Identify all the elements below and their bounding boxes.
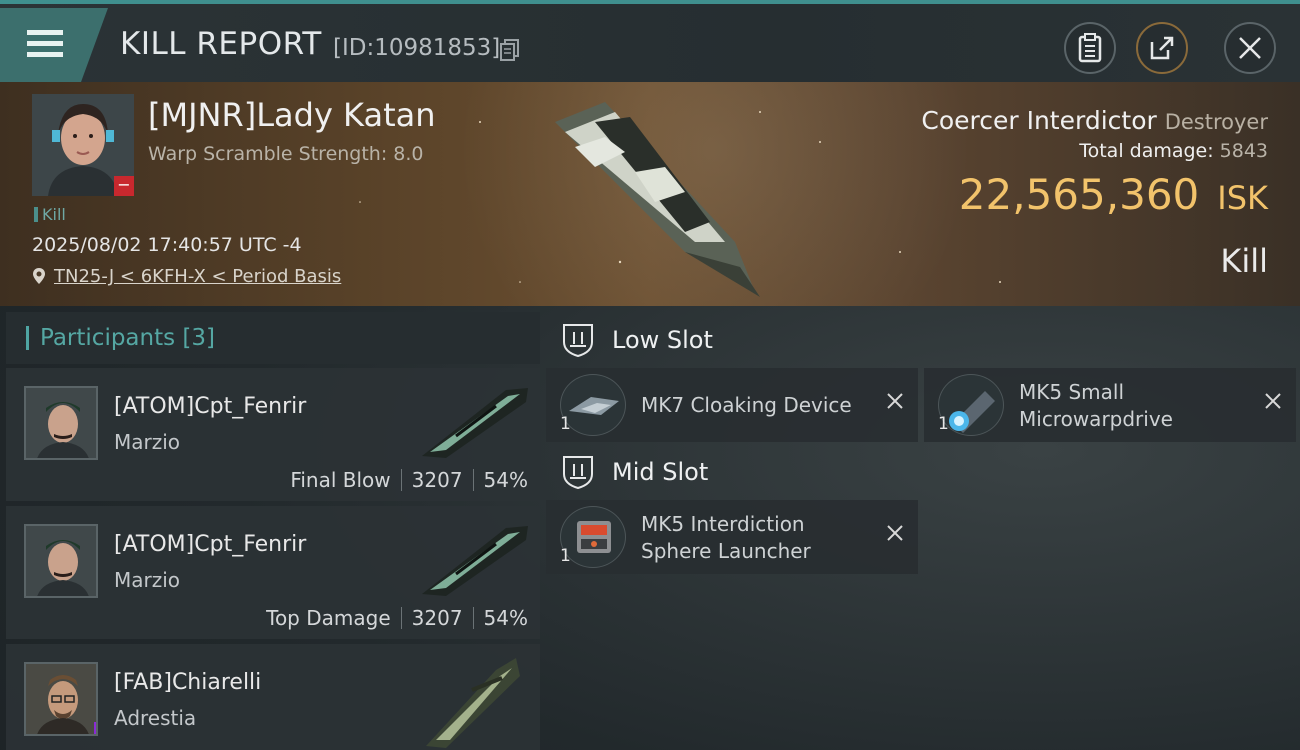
module-item[interactable]: 1 MK5 Interdiction Sphere Launcher (546, 500, 918, 574)
participant-ship-image (426, 658, 520, 748)
menu-button[interactable] (0, 8, 108, 82)
copy-icon[interactable] (500, 39, 520, 61)
participant-ship: Marzio (114, 430, 181, 454)
module-name-line2: Microwarpdrive (1019, 407, 1173, 431)
participant-name[interactable]: [ATOM]Cpt_Fenrir (114, 394, 306, 419)
participant-ship-image (422, 388, 528, 458)
page-title: KILL REPORT (120, 26, 322, 62)
participant-avatar[interactable] (24, 662, 98, 736)
kill-location: TN25-J < 6KFH-X < Period Basis (32, 266, 341, 287)
result-label: Kill (1220, 242, 1268, 280)
participant-avatar[interactable] (24, 524, 98, 598)
participant-card[interactable]: [ATOM]Cpt_Fenrir Marzio Top Damage 3207 54… (6, 506, 540, 639)
close-button[interactable] (1224, 22, 1276, 74)
module-name-line1: MK5 Interdiction (641, 512, 805, 536)
participant-damage: 3207 (411, 468, 463, 492)
isk-value: 22,565,360 ISK (959, 170, 1268, 219)
participant-portrait (26, 388, 96, 458)
clipboard-icon (1078, 33, 1102, 63)
report-id: [ID:10981853] (333, 35, 501, 61)
victim-name[interactable]: [MJNR]Lady Katan (148, 96, 436, 134)
module-item[interactable]: 1 MK5 Small Microwarpdrive (924, 368, 1296, 442)
module-name-line2: Sphere Launcher (641, 539, 811, 563)
location-pin-icon (33, 268, 45, 284)
ship-class: Destroyer (1164, 110, 1268, 134)
module-name: MK5 Small Microwarpdrive (1019, 379, 1173, 433)
participant-portrait (26, 664, 96, 734)
slot-shield-icon (563, 456, 593, 490)
participant-card[interactable]: [ATOM]Cpt_Fenrir Marzio Final Blow 3207 54… (6, 368, 540, 501)
hostile-badge: − (114, 176, 134, 196)
module-quantity: 1 (560, 414, 571, 434)
participant-damage: 3207 (411, 606, 463, 630)
participant-portrait (26, 526, 96, 596)
kill-summary-banner: − [MJNR]Lady Katan Warp Scramble Strengt… (0, 82, 1300, 306)
participant-name[interactable]: [ATOM]Cpt_Fenrir (114, 532, 306, 557)
participant-stats: Final Blow 3207 54% (290, 468, 528, 492)
mid-slot-title: Mid Slot (612, 458, 709, 486)
module-name: MK5 Interdiction Sphere Launcher (641, 511, 811, 565)
participant-name[interactable]: [FAB]Chiarelli (114, 670, 261, 695)
share-icon (1150, 36, 1174, 60)
total-damage-label: Total damage: (1079, 140, 1214, 162)
participants-title: Participants [3] (40, 325, 215, 351)
share-button[interactable] (1136, 22, 1188, 74)
participant-role: Top Damage (266, 606, 391, 630)
participant-stats: Top Damage 3207 54% (266, 606, 528, 630)
remove-x-icon[interactable] (884, 390, 906, 412)
isk-unit: ISK (1217, 179, 1268, 217)
ship-type: Coercer Interdictor (921, 106, 1157, 135)
participant-avatar[interactable] (24, 386, 98, 460)
menu-icon (27, 30, 63, 63)
status-badge (94, 722, 96, 734)
victim-ship-name[interactable]: Coercer Interdictor Destroyer (921, 106, 1268, 135)
total-damage: Total damage: 5843 (1079, 140, 1268, 162)
slot-shield-icon (563, 324, 593, 358)
location-link[interactable]: TN25-J < 6KFH-X < Period Basis (54, 266, 341, 287)
module-quantity: 1 (938, 414, 949, 434)
module-name: MK7 Cloaking Device (641, 393, 852, 417)
kill-tag: Kill (34, 205, 66, 224)
accent-bar (26, 326, 29, 350)
participant-ship-image (422, 526, 528, 596)
kill-datetime: 2025/08/02 17:40:57 UTC -4 (32, 234, 302, 256)
participant-ship: Adrestia (114, 706, 197, 730)
participant-card[interactable]: [FAB]Chiarelli Adrestia (6, 644, 540, 750)
clipboard-button[interactable] (1064, 22, 1116, 74)
participant-damage-percent: 54% (483, 468, 528, 492)
warp-scramble-strength: Warp Scramble Strength: 8.0 (148, 143, 424, 165)
participant-ship: Marzio (114, 568, 181, 592)
low-slot-title: Low Slot (612, 326, 713, 354)
participants-header: Participants [3] (6, 312, 540, 364)
remove-x-icon[interactable] (1262, 390, 1284, 412)
remove-x-icon[interactable] (884, 522, 906, 544)
module-quantity: 1 (560, 546, 571, 566)
participant-damage-percent: 54% (483, 606, 528, 630)
total-damage-value: 5843 (1219, 140, 1268, 162)
isk-amount: 22,565,360 (958, 170, 1200, 219)
victim-ship-image (555, 102, 760, 297)
module-item[interactable]: 1 MK7 Cloaking Device (546, 368, 918, 442)
top-bar: KILL REPORT [ID:10981853] (0, 0, 1300, 82)
participant-role: Final Blow (290, 468, 391, 492)
module-name-line1: MK5 Small (1019, 380, 1124, 404)
close-icon (1239, 37, 1261, 59)
